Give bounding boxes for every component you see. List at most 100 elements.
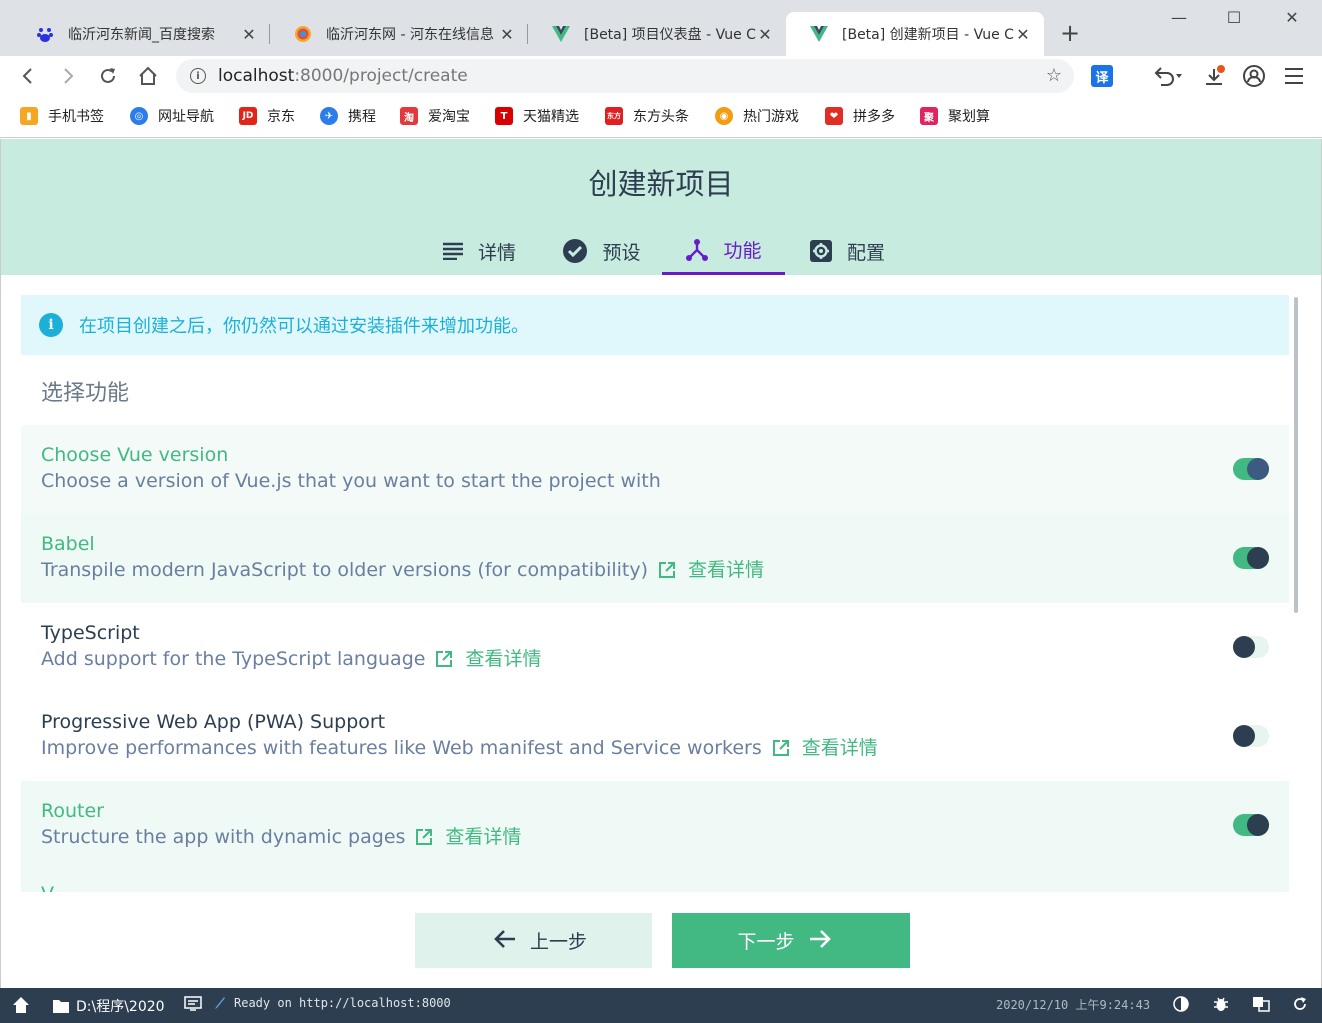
download-icon[interactable] <box>1201 63 1227 89</box>
close-icon[interactable]: ✕ <box>756 25 774 44</box>
tab-presets[interactable]: 预设 <box>541 227 662 275</box>
feature-row-babel[interactable]: Babel Transpile modern JavaScript to old… <box>21 514 1289 603</box>
section-title: 选择功能 <box>41 381 130 406</box>
info-text: 在项目创建之后，你仍然可以通过安装插件来增加功能。 <box>79 316 529 337</box>
bookmark-item[interactable]: T 天猫精选 <box>495 106 579 126</box>
back-icon[interactable] <box>16 64 40 88</box>
toggle-knob <box>1247 814 1269 836</box>
address-bar[interactable]: i localhost :8000/project/create ☆ <box>176 59 1074 93</box>
close-icon[interactable]: ✕ <box>240 25 258 44</box>
feature-description: Choose a version of Vue.js that you want… <box>41 469 1269 493</box>
more-info-link[interactable]: 查看详情 <box>658 558 764 582</box>
bookmark-item[interactable]: JD 京东 <box>239 106 295 126</box>
wizard-footer: 上一步 下一步 <box>1 913 1321 969</box>
page-title: 创建新项目 <box>588 167 734 201</box>
pencil-icon <box>214 996 226 1010</box>
home-icon[interactable] <box>12 996 30 1014</box>
more-info-link[interactable]: 查看详情 <box>415 825 521 849</box>
jd-icon: JD <box>239 107 257 125</box>
minimize-icon[interactable]: — <box>1164 8 1194 27</box>
info-alert: i 在项目创建之后，你仍然可以通过安装插件来增加功能。 <box>21 295 1289 355</box>
nav-icon: ◎ <box>130 107 148 125</box>
feature-toggle[interactable] <box>1233 458 1269 480</box>
feature-row-typescript[interactable]: TypeScript Add support for the TypeScrip… <box>21 603 1289 692</box>
external-link-icon <box>658 561 676 579</box>
features-scroll-area[interactable]: i 在项目创建之后，你仍然可以通过安装插件来增加功能。 选择功能 Choose … <box>21 295 1291 892</box>
bookmark-item[interactable]: ◎ 网址导航 <box>130 106 214 126</box>
pdd-icon: ❤ <box>825 107 843 125</box>
toggle-knob <box>1233 636 1255 658</box>
home-icon[interactable] <box>136 64 160 88</box>
tab-title: 临沂河东新闻_百度搜索 <box>68 27 215 43</box>
browser-tab[interactable]: 临沂河东新闻_百度搜索 ✕ <box>12 12 270 56</box>
feature-row-pwa[interactable]: Progressive Web App (PWA) Support Improv… <box>21 692 1289 781</box>
bookmark-item[interactable]: ▮ 手机书签 <box>20 106 104 126</box>
feature-name: Choose Vue version <box>41 444 229 466</box>
reload-icon[interactable] <box>96 64 120 88</box>
translate-icon[interactable]: 译 <box>1091 65 1113 87</box>
tab-configuration[interactable]: 配置 <box>785 227 909 275</box>
bookmark-item[interactable]: 聚聚划算 <box>920 106 990 126</box>
site-info-icon[interactable]: i <box>190 68 206 84</box>
folder-item[interactable]: D:\程序\2020 <box>52 996 165 1016</box>
console-icon[interactable] <box>184 996 202 1012</box>
undo-close-tab-icon[interactable] <box>1150 63 1186 89</box>
feature-toggle[interactable] <box>1233 725 1269 747</box>
rainbow-icon <box>294 25 312 43</box>
ctrip-icon: ✈ <box>320 107 338 125</box>
tab-details[interactable]: 详情 <box>417 227 541 275</box>
refresh-icon[interactable] <box>1292 996 1308 1012</box>
forward-icon[interactable] <box>56 64 80 88</box>
browser-tab-bar: 临沂河东新闻_百度搜索 ✕ 临沂河东网 - 河东在线信息 ✕ [Beta] 项目… <box>0 0 1322 56</box>
page-header: 创建新项目 详情 预设 功能 配置 <box>1 139 1321 275</box>
more-info-link[interactable]: 查看详情 <box>772 736 878 760</box>
feature-toggle[interactable] <box>1233 547 1269 569</box>
close-icon[interactable]: ✕ <box>1014 25 1032 44</box>
more-info-label: 查看详情 <box>688 559 765 581</box>
bookmark-item[interactable]: 东方 东方头条 <box>605 106 689 126</box>
folder-path: D:\程序\2020 <box>76 999 165 1015</box>
feature-description: Transpile modern JavaScript to older ver… <box>41 558 1269 582</box>
browser-tab[interactable]: 临沂河东网 - 河东在线信息 ✕ <box>270 12 528 56</box>
feature-desc-text: Choose a version of Vue.js that you want… <box>41 470 661 492</box>
close-icon[interactable]: ✕ <box>498 25 516 44</box>
bookmark-star-icon[interactable]: ☆ <box>1046 65 1062 86</box>
scrollbar[interactable] <box>1294 297 1298 613</box>
feature-row-vue-version[interactable]: Choose Vue version Choose a version of V… <box>21 425 1289 514</box>
tab-title: [Beta] 创建新项目 - Vue CLI <box>842 27 1014 43</box>
feature-toggle[interactable] <box>1233 814 1269 836</box>
feature-description: Improve performances with features like … <box>41 736 1269 760</box>
feature-description: Add support for the TypeScript language … <box>41 647 1269 671</box>
taobao-icon: 淘 <box>400 107 418 125</box>
clock: 2020/12/10 上午9:24:43 <box>996 996 1150 1013</box>
language-icon[interactable] <box>1252 996 1270 1012</box>
arrow-right-icon <box>809 927 831 955</box>
next-button[interactable]: 下一步 <box>672 913 910 968</box>
feature-name-partial: V <box>41 883 54 892</box>
new-tab-button[interactable]: + <box>1058 20 1082 46</box>
browser-tab-active[interactable]: [Beta] 创建新项目 - Vue CLI ✕ <box>786 12 1044 56</box>
bookmark-item[interactable]: ❤ 拼多多 <box>825 106 895 126</box>
maximize-icon[interactable]: ☐ <box>1219 8 1249 27</box>
bookmark-item[interactable]: ◉ 热门游戏 <box>715 106 799 126</box>
feature-row-router[interactable]: Router Structure the app with dynamic pa… <box>21 781 1289 892</box>
account-icon[interactable] <box>1241 63 1267 89</box>
feature-toggle[interactable] <box>1233 636 1269 658</box>
browser-tab[interactable]: [Beta] 项目仪表盘 - Vue CLI ✕ <box>528 12 786 56</box>
phone-bookmark-icon: ▮ <box>20 107 38 125</box>
feature-name: Babel <box>41 533 95 555</box>
window-close-icon[interactable]: ✕ <box>1277 8 1307 27</box>
feature-desc-text: Transpile modern JavaScript to older ver… <box>41 559 649 581</box>
menu-icon[interactable] <box>1281 63 1307 89</box>
bookmark-item[interactable]: 淘爱淘宝 <box>400 106 470 126</box>
list-icon <box>442 242 464 260</box>
tab-features[interactable]: 功能 <box>662 227 785 275</box>
bookmark-label: 携程 <box>348 109 376 125</box>
bookmark-label: 手机书签 <box>48 109 104 125</box>
bookmark-item[interactable]: ✈ 携程 <box>320 106 376 126</box>
bug-icon[interactable] <box>1213 996 1229 1012</box>
more-info-link[interactable]: 查看详情 <box>435 647 541 671</box>
vue-icon <box>810 25 828 43</box>
previous-button[interactable]: 上一步 <box>415 913 652 968</box>
theme-icon[interactable] <box>1173 996 1189 1012</box>
